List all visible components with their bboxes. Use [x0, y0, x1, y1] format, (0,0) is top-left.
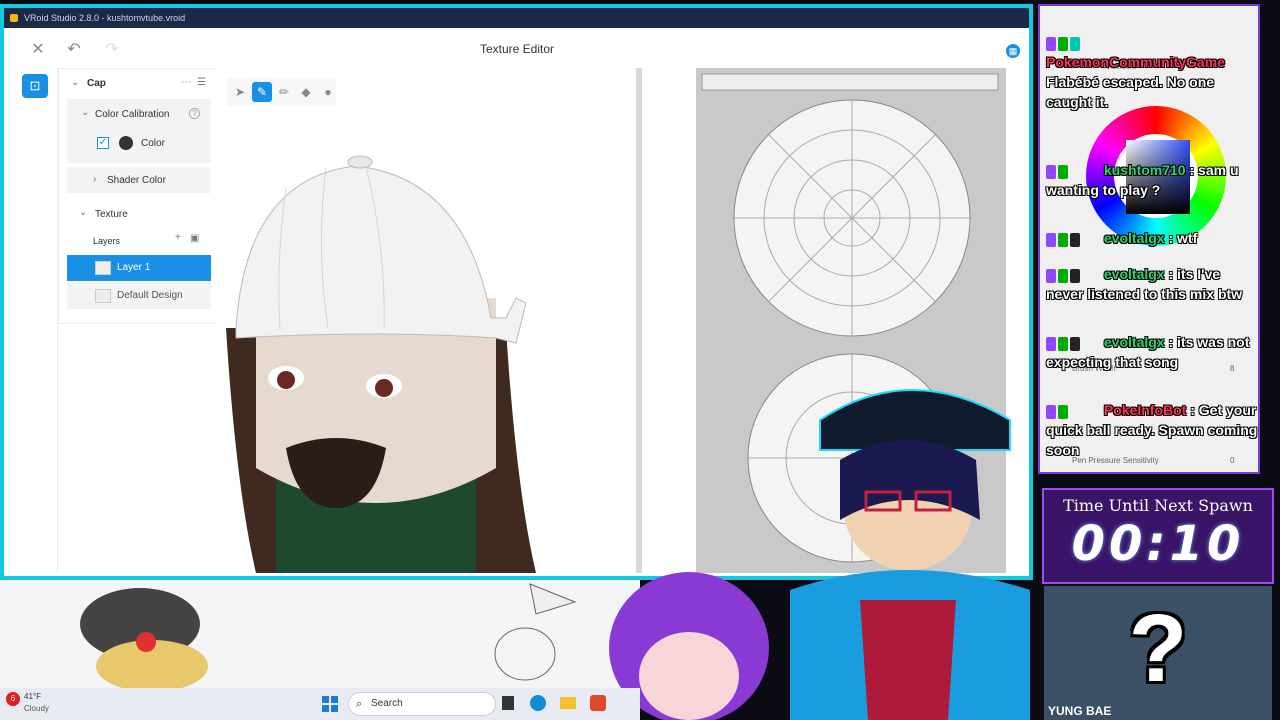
panel-header: Cap: [87, 78, 106, 89]
chat-text: Flabébé escaped. No one caught it.: [1046, 74, 1215, 110]
model-viewport[interactable]: ➤ ✎ ✏ ◆ ●: [216, 68, 636, 573]
user-badges: [1046, 36, 1100, 52]
layer-thumbnail: [95, 261, 111, 275]
add-layer-icon[interactable]: +: [175, 232, 181, 243]
layer-item[interactable]: Layer 1: [67, 255, 211, 281]
mascot-sprite: [494, 583, 577, 681]
chevron-down-icon[interactable]: ⌄: [81, 107, 89, 118]
user-badges: [1046, 164, 1100, 180]
edge-browser-icon[interactable]: [530, 695, 546, 711]
pen-tool-icon[interactable]: ✎: [252, 82, 272, 102]
chat-username[interactable]: evoltalgx: [1104, 266, 1165, 282]
file-explorer-icon[interactable]: [502, 696, 514, 710]
settings-sliders-icon[interactable]: ☰: [197, 77, 206, 88]
stream-screen: VRoid Studio 2.8.0 - kushtomvtube.vroid …: [0, 0, 1280, 720]
layers-label: Layers: [93, 236, 121, 246]
select-tool-icon[interactable]: ➤: [230, 82, 250, 102]
now-playing-card: ? YUNG BAE: [1044, 586, 1272, 720]
search-placeholder: Search: [371, 698, 403, 709]
avatar-3d-model: [226, 155, 536, 573]
left-rail: ⊡: [18, 68, 58, 573]
chat-username[interactable]: PokemonCommunityGame: [1046, 54, 1225, 70]
weather-desc: Cloudy: [24, 704, 49, 713]
user-badges: [1046, 404, 1100, 420]
taskbar: 6 41°F Cloudy ⌕ Search: [0, 688, 640, 720]
vroid-app-icon: [10, 14, 18, 22]
layer-panel: ⌄ Cap ⋯ ☰ ⌄ Color Calibration ? ✓ Color …: [58, 68, 218, 324]
chat-text: : wtf: [1168, 230, 1198, 246]
notification-badge[interactable]: 6: [6, 692, 20, 706]
color-swatch[interactable]: [119, 136, 133, 150]
chevron-right-icon[interactable]: ›: [93, 174, 96, 185]
taskbar-search[interactable]: ⌕ Search: [348, 692, 496, 716]
eraser-tool-icon[interactable]: ◆: [296, 82, 316, 102]
layer-thumbnail: [95, 289, 111, 303]
weather-temp[interactable]: 41°F: [24, 692, 41, 701]
layer-name: Default Design: [117, 290, 183, 301]
chat-message: PokeInfoBot : Get your quick ball ready.…: [1046, 400, 1258, 460]
chevron-down-icon[interactable]: ⌄: [79, 207, 87, 218]
more-icon[interactable]: ⋯: [181, 77, 191, 88]
chat-message: evoltalgx : its was not expecting that s…: [1046, 332, 1258, 372]
import-image-icon[interactable]: ▣: [190, 233, 199, 244]
chat-message: evoltalgx : its I've never listened to t…: [1046, 264, 1258, 304]
spawn-timer: Time Until Next Spawn 00:10: [1042, 488, 1274, 584]
texture-label: Texture: [95, 209, 128, 220]
window-titlebar: VRoid Studio 2.8.0 - kushtomvtube.vroid: [4, 8, 1029, 28]
grid-toggle-icon[interactable]: ▦: [1006, 44, 1020, 58]
window-title: VRoid Studio 2.8.0 - kushtomvtube.vroid: [24, 13, 186, 23]
pokemon-sprite: [80, 588, 208, 688]
user-badges: [1046, 268, 1100, 284]
chat-username[interactable]: kushtom710: [1104, 162, 1186, 178]
fill-tool-icon[interactable]: ●: [318, 82, 338, 102]
layer-name: Layer 1: [117, 262, 151, 273]
mystery-question-icon: ?: [1128, 595, 1188, 702]
pane-divider[interactable]: [636, 68, 642, 573]
brush-tool-icon[interactable]: ✏: [274, 82, 294, 102]
artist-name: YUNG BAE: [1048, 704, 1112, 718]
color-calibration-label[interactable]: Color Calibration: [95, 109, 169, 120]
store-icon[interactable]: [590, 695, 606, 711]
shader-color-label[interactable]: Shader Color: [107, 175, 166, 186]
color-label: Color: [141, 138, 165, 149]
chat-username[interactable]: evoltalgx: [1104, 230, 1165, 246]
help-icon[interactable]: ?: [189, 108, 200, 119]
user-badges: [1046, 336, 1100, 352]
texture-mode-button[interactable]: ⊡: [22, 74, 48, 98]
layer-item[interactable]: Default Design: [67, 283, 211, 309]
draw-toolbar: ➤ ✎ ✏ ◆ ●: [226, 78, 336, 106]
collapse-chevron-icon[interactable]: ⌄: [71, 77, 79, 88]
chat-message: PokemonCommunityGame Flabébé escaped. No…: [1046, 32, 1258, 112]
timer-label: Time Until Next Spawn: [1063, 496, 1253, 515]
chat-username[interactable]: PokeInfoBot: [1104, 402, 1186, 418]
user-badges: [1046, 232, 1100, 248]
editor-title: Texture Editor: [479, 42, 555, 56]
color-checkbox[interactable]: ✓: [97, 137, 109, 149]
chat-message: evoltalgx : wtf: [1046, 228, 1258, 248]
chat-message: kushtom710 : sam u wanting to play ?: [1046, 160, 1258, 200]
timer-value: 00:10: [1071, 516, 1245, 572]
editor-toolbar: ✕ ↶ ↷ Texture Editor ▦: [12, 32, 1022, 68]
folder-icon[interactable]: [560, 697, 576, 709]
search-icon: ⌕: [356, 698, 363, 710]
chat-panel: #B1B5BC Brush Width 8 Pen Pressure Sensi…: [1038, 4, 1260, 474]
windows-start-icon[interactable]: [322, 696, 338, 712]
streamer-avatar: [790, 389, 1030, 720]
chat-username[interactable]: evoltalgx: [1104, 334, 1165, 350]
